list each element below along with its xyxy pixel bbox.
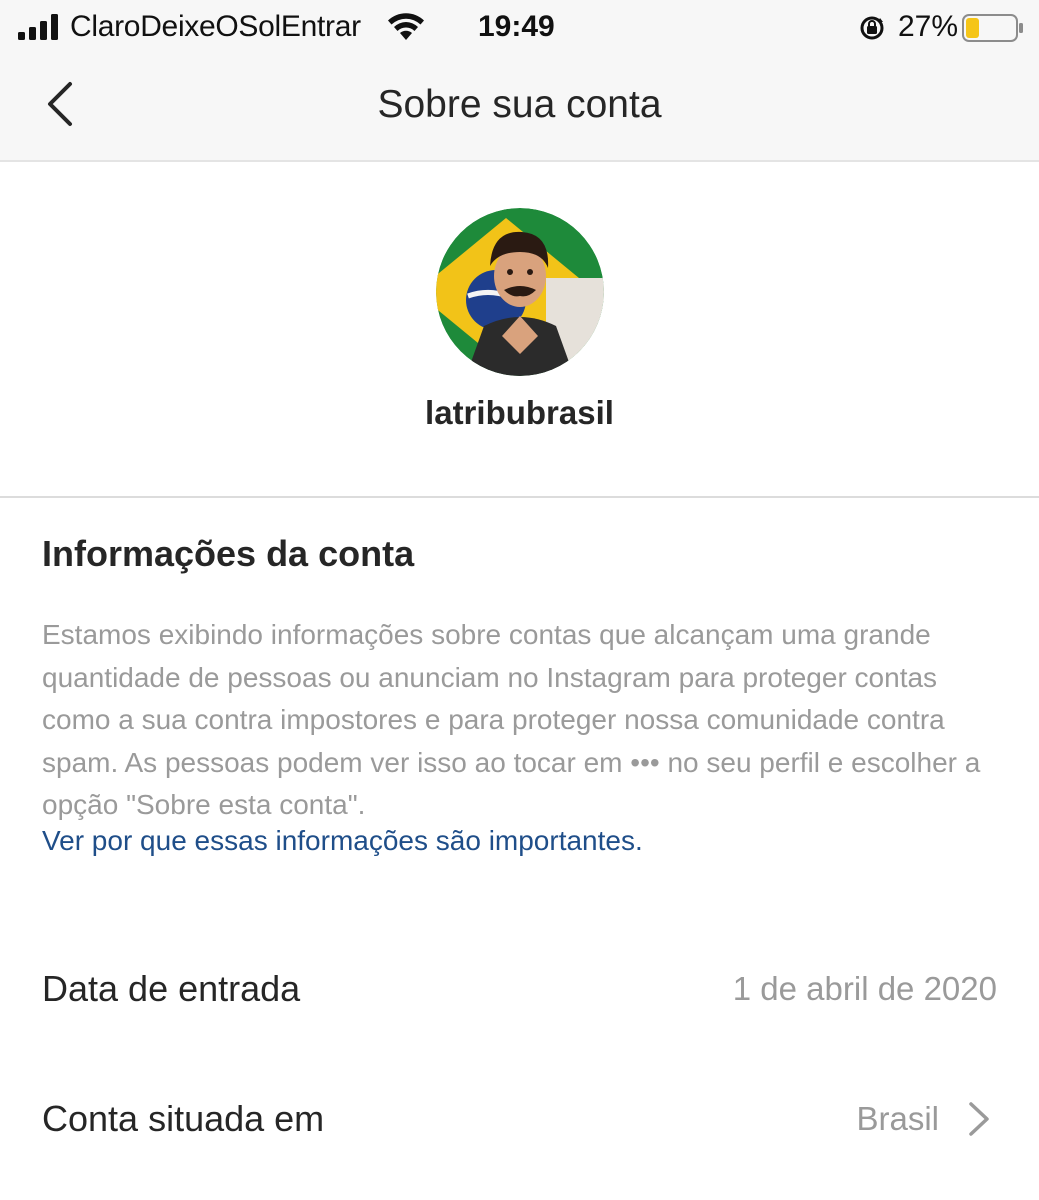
row-label: Data de entrada	[42, 968, 301, 1009]
row-label: Conta situada em	[42, 1098, 325, 1139]
section-divider	[0, 496, 1039, 498]
date-joined-row: Data de entrada 1 de abril de 2020	[0, 950, 1039, 1034]
account-location-row[interactable]: Conta situada em Brasil	[0, 1080, 1039, 1164]
chevron-right-icon	[969, 1102, 989, 1136]
section-description: Estamos exibindo informações sobre conta…	[42, 619, 981, 820]
page-title: Sobre sua conta	[377, 83, 662, 126]
battery-icon	[962, 14, 1023, 42]
avatar	[436, 208, 604, 376]
row-value: Brasil	[856, 1100, 939, 1137]
profile-header: latribubrasil	[0, 162, 1039, 496]
navigation-bar: Sobre sua conta	[0, 58, 1039, 162]
orientation-lock-icon	[860, 16, 884, 40]
battery-percent: 27%	[898, 10, 959, 43]
signal-icon	[18, 14, 58, 40]
learn-more-link[interactable]: Ver por que essas informações são import…	[42, 825, 643, 857]
carrier-name: ClaroDeixeOSolEntrar	[70, 10, 361, 43]
status-bar: ClaroDeixeOSolEntrar 19:49 27%	[0, 0, 1039, 58]
username: latribubrasil	[425, 394, 614, 431]
clock: 19:49	[478, 10, 555, 43]
row-value: 1 de abril de 2020	[732, 970, 997, 1007]
section-title: Informações da conta	[42, 533, 415, 574]
wifi-icon	[388, 13, 424, 40]
